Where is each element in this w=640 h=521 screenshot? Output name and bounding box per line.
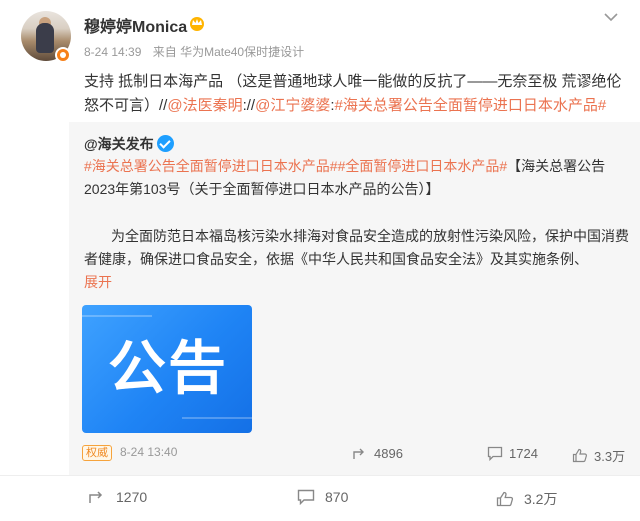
like-count: 3.2万 [524, 491, 558, 507]
repost-like-count: 3.3万 [594, 449, 626, 464]
avatar-badge-icon [55, 47, 71, 63]
comment-count: 870 [325, 489, 349, 505]
repost-share-count: 4896 [374, 446, 403, 461]
comment-icon [297, 489, 315, 505]
mention-link[interactable]: @法医秦明 [167, 97, 242, 114]
thumbs-up-icon [496, 491, 514, 507]
hashtag-link[interactable]: #全面暂停进口日本水产品# [338, 158, 508, 174]
repost-like-button[interactable]: 3.3万 [572, 446, 625, 465]
hashtag-link[interactable]: #海关总署公告全面暂停进口日本水产品# [335, 97, 607, 114]
share-icon [353, 448, 364, 459]
image-stripe [82, 315, 152, 317]
post-source: 来自 华为Mate40保时捷设计 [152, 45, 305, 59]
username[interactable]: 穆婷婷Monica [84, 13, 187, 37]
expand-link[interactable]: 展开 [84, 272, 112, 292]
verified-icon [157, 135, 174, 152]
rights-badge: 权威 [82, 445, 112, 461]
mention-link[interactable]: @江宁婆婆 [255, 97, 330, 114]
post-text: 支持 抵制日本海产品 （这是普通地球人唯一能做的反抗了——无奈至极 荒谬绝伦怒不… [84, 70, 634, 118]
notice-image[interactable]: 公告 [82, 305, 252, 433]
repost-card[interactable]: @海关发布 #海关总署公告全面暂停进口日本水产品##全面暂停进口日本水产品#【海… [69, 122, 640, 475]
repost-time[interactable]: 8-24 13:40 [120, 445, 177, 459]
comment-icon [487, 446, 503, 461]
divider [0, 475, 640, 476]
repost-user[interactable]: @海关发布 [84, 134, 154, 154]
repost-share-button[interactable]: 4896 [352, 446, 403, 461]
comment-button[interactable]: 870 [297, 489, 348, 505]
repost-footer: 权威 8-24 13:40 [82, 445, 177, 461]
hashtag-link[interactable]: #海关总署公告全面暂停进口日本水产品# [84, 158, 338, 174]
post-time[interactable]: 8-24 14:39 [84, 45, 141, 59]
repost-comment-count: 1724 [509, 446, 538, 461]
vip-crown-icon[interactable] [188, 15, 206, 31]
repost-comment-button[interactable]: 1724 [487, 446, 538, 461]
notice-image-text: 公告 [107, 334, 228, 402]
thumbs-up-icon [572, 448, 587, 463]
share-count: 1270 [116, 489, 148, 505]
share-icon [89, 491, 103, 503]
like-button[interactable]: 3.2万 [496, 489, 557, 509]
post-meta: 8-24 14:39 来自 华为Mate40保时捷设计 [84, 43, 312, 60]
separator: :// [242, 97, 256, 114]
share-button[interactable]: 1270 [88, 489, 147, 505]
repost-body: 为全面防范日本福岛核污染水排海对食品安全造成的放射性污染风险，保护中国消费者健康… [84, 228, 629, 267]
repost-headline: #海关总署公告全面暂停进口日本水产品##全面暂停进口日本水产品#【海关总署公告2… [84, 155, 629, 201]
chevron-down-icon[interactable] [600, 10, 622, 26]
image-stripe [182, 417, 252, 419]
avatar-figure [36, 23, 54, 53]
